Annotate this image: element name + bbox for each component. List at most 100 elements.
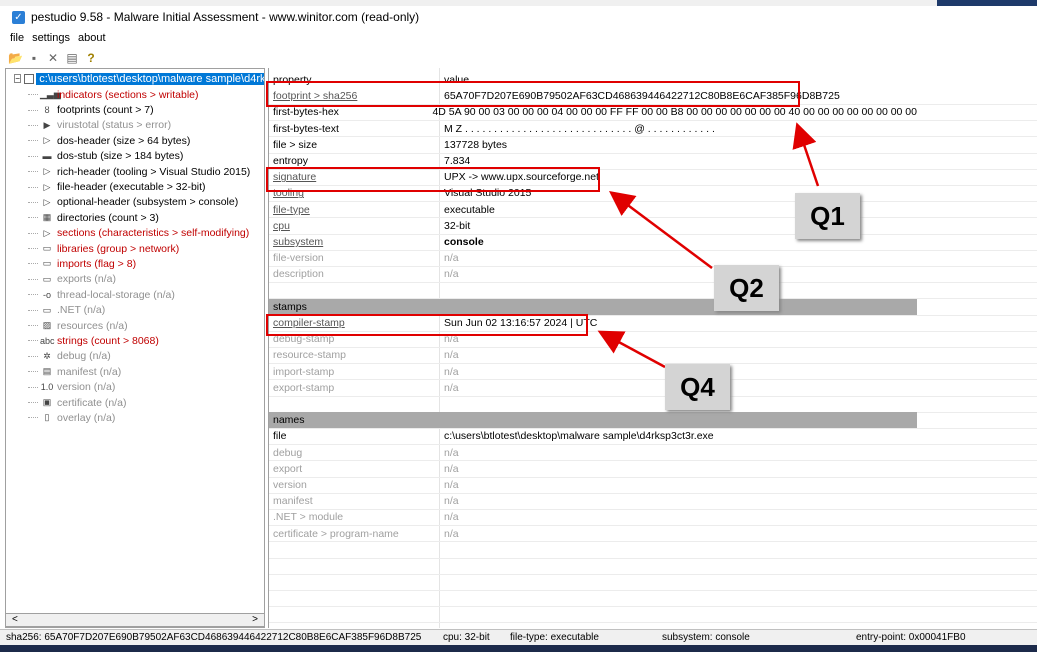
table-row[interactable]: export n/a (269, 461, 917, 477)
table-row[interactable]: description n/a (269, 266, 917, 282)
save-icon[interactable]: ▪ (27, 51, 41, 65)
collapse-icon[interactable]: − (14, 74, 22, 83)
tree-item[interactable]: ▭ .NET (n/a) (28, 302, 250, 317)
property-cell: file-version (273, 252, 324, 265)
scroll-left-icon[interactable]: < (12, 614, 18, 626)
table-row[interactable] (269, 396, 917, 412)
document-icon[interactable]: ▤ (65, 51, 79, 65)
tree-item[interactable]: ▷ sections (characteristics > self-modify… (28, 226, 250, 241)
tree-item[interactable]: ▷ optional-header (subsystem > console) (28, 195, 250, 210)
tree-item[interactable]: ▦ directories (count > 3) (28, 210, 250, 225)
open-folder-icon[interactable]: 📂 (8, 51, 23, 65)
tree-item[interactable]: ▭ imports (flag > 8) (28, 256, 250, 271)
table-row[interactable]: manifest n/a (269, 493, 917, 509)
tree-item[interactable]: -o thread-local-storage (n/a) (28, 287, 250, 302)
tree-item-label: .NET (n/a) (57, 304, 106, 317)
status-sha256: sha256: 65A70F7D207E690B79502AF63CD46863… (6, 632, 422, 643)
property-cell: cpu (273, 219, 290, 232)
tree-item-label: overlay (n/a) (57, 411, 116, 424)
tree-item[interactable]: ▣ certificate (n/a) (28, 395, 250, 410)
expand-icon: ▷ (43, 227, 51, 238)
footprint-icon: ȣ (44, 105, 50, 116)
app-check-icon: ✓ (12, 10, 25, 24)
expand-icon: ▷ (43, 181, 51, 192)
table-row[interactable]: export-stamp n/a (269, 380, 917, 396)
tree-item[interactable]: ▁▃▅ indicators (sections > writable) (28, 87, 250, 102)
table-row[interactable]: file-version n/a (269, 250, 917, 266)
tree-item[interactable]: 1.0 version (n/a) (28, 379, 250, 394)
tree-item-label: manifest (n/a) (57, 365, 122, 378)
table-row[interactable]: certificate > program-name n/a (269, 526, 917, 542)
value-cell: 32-bit (444, 219, 471, 232)
menu-file[interactable]: file (10, 32, 24, 44)
row-divider (269, 557, 1037, 559)
tree-item[interactable]: ▶ virustotal (status > error) (28, 118, 250, 133)
tree-item[interactable]: ▷ rich-header (tooling > Visual Studio 20… (28, 164, 250, 179)
section-header[interactable]: stamps (269, 298, 917, 315)
overlay-icon: ▯ (44, 412, 50, 423)
section-header[interactable]: names (269, 412, 917, 429)
tree-item[interactable]: ▭ libraries (group > network) (28, 241, 250, 256)
tree-connector (28, 217, 38, 219)
property-cell: export-stamp (273, 381, 335, 394)
menu-settings[interactable]: settings (32, 32, 70, 44)
help-icon[interactable]: ? (84, 51, 98, 65)
tree-item[interactable]: ▭ exports (n/a) (28, 272, 250, 287)
taskbar (0, 645, 1037, 652)
value-cell: n/a (444, 381, 459, 394)
tree-item[interactable]: ▯ overlay (n/a) (28, 410, 250, 425)
close-icon[interactable]: ✕ (46, 51, 60, 65)
table-row[interactable] (269, 283, 917, 299)
title-bar: ✓ pestudio 9.58 - Malware Initial Assess… (0, 6, 1037, 28)
tree-item[interactable]: ȣ footprints (count > 7) (28, 102, 250, 117)
tree-connector (28, 294, 38, 296)
tree-item[interactable]: abc strings (count > 8068) (28, 333, 250, 348)
tree-pane: − c:\users\btlotest\desktop\malware samp… (5, 68, 265, 628)
row-divider (269, 589, 1037, 591)
property-cell: file > size (273, 138, 318, 151)
tree-item[interactable]: ▷ file-header (executable > 32-bit) (28, 179, 250, 194)
tree-connector (28, 171, 38, 173)
row-divider (269, 622, 1037, 624)
table-row[interactable]: debug n/a (269, 445, 917, 461)
tree-item[interactable]: ▷ dos-header (size > 64 bytes) (28, 133, 250, 148)
tree-item-label: version (n/a) (57, 381, 116, 394)
value-cell: n/a (444, 479, 459, 492)
import-icon: ▭ (42, 258, 52, 269)
tree-item[interactable]: ▨ resources (n/a) (28, 318, 250, 333)
tree-item[interactable]: ✲ debug (n/a) (28, 349, 250, 364)
row-divider (269, 573, 1037, 575)
tree-connector (28, 94, 38, 96)
value-cell: n/a (444, 365, 459, 378)
tree-list: ▁▃▅ indicators (sections > writable) ȣ foot… (28, 87, 250, 426)
horizontal-scrollbar[interactable]: < > (5, 613, 265, 627)
dotnet-icon: ▭ (42, 304, 52, 315)
tree-item[interactable]: ▬ dos-stub (size > 184 bytes) (28, 149, 250, 164)
tree-item-label: dos-header (size > 64 bytes) (57, 134, 191, 147)
tree-item[interactable]: ▤ manifest (n/a) (28, 364, 250, 379)
tree-connector (28, 278, 38, 280)
property-cell: import-stamp (273, 365, 335, 378)
table-row[interactable]: file > size 137728 bytes (269, 137, 917, 153)
annotation-label-q4: Q4 (665, 364, 730, 410)
table-row[interactable]: first-bytes-text M Z . . . . . . . . . . … (269, 121, 917, 137)
scroll-right-icon[interactable]: > (252, 614, 258, 626)
table-row[interactable]: import-stamp n/a (269, 364, 917, 380)
annotation-label-q2: Q2 (714, 265, 779, 311)
menu-about[interactable]: about (78, 32, 106, 44)
expand-icon: ▷ (43, 135, 51, 146)
virustotal-icon: ▶ (43, 119, 51, 130)
tree-root[interactable]: − c:\users\btlotest\desktop\malware samp… (14, 71, 264, 86)
property-cell: export (273, 462, 303, 475)
tree-connector (28, 232, 38, 234)
tree-item-label: imports (flag > 8) (57, 257, 137, 270)
table-row[interactable]: resource-stamp n/a (269, 347, 917, 363)
table-row[interactable]: version n/a (269, 477, 917, 493)
table-row[interactable]: .NET > module n/a (269, 509, 917, 525)
tree-connector (28, 140, 38, 142)
tree-item-label: footprints (count > 7) (57, 104, 154, 117)
tree-item-label: exports (n/a) (57, 273, 116, 286)
table-row[interactable]: file c:\users\btlotest\desktop\malware sa… (269, 428, 917, 444)
export-icon: ▭ (42, 273, 52, 284)
value-cell: n/a (444, 495, 459, 508)
